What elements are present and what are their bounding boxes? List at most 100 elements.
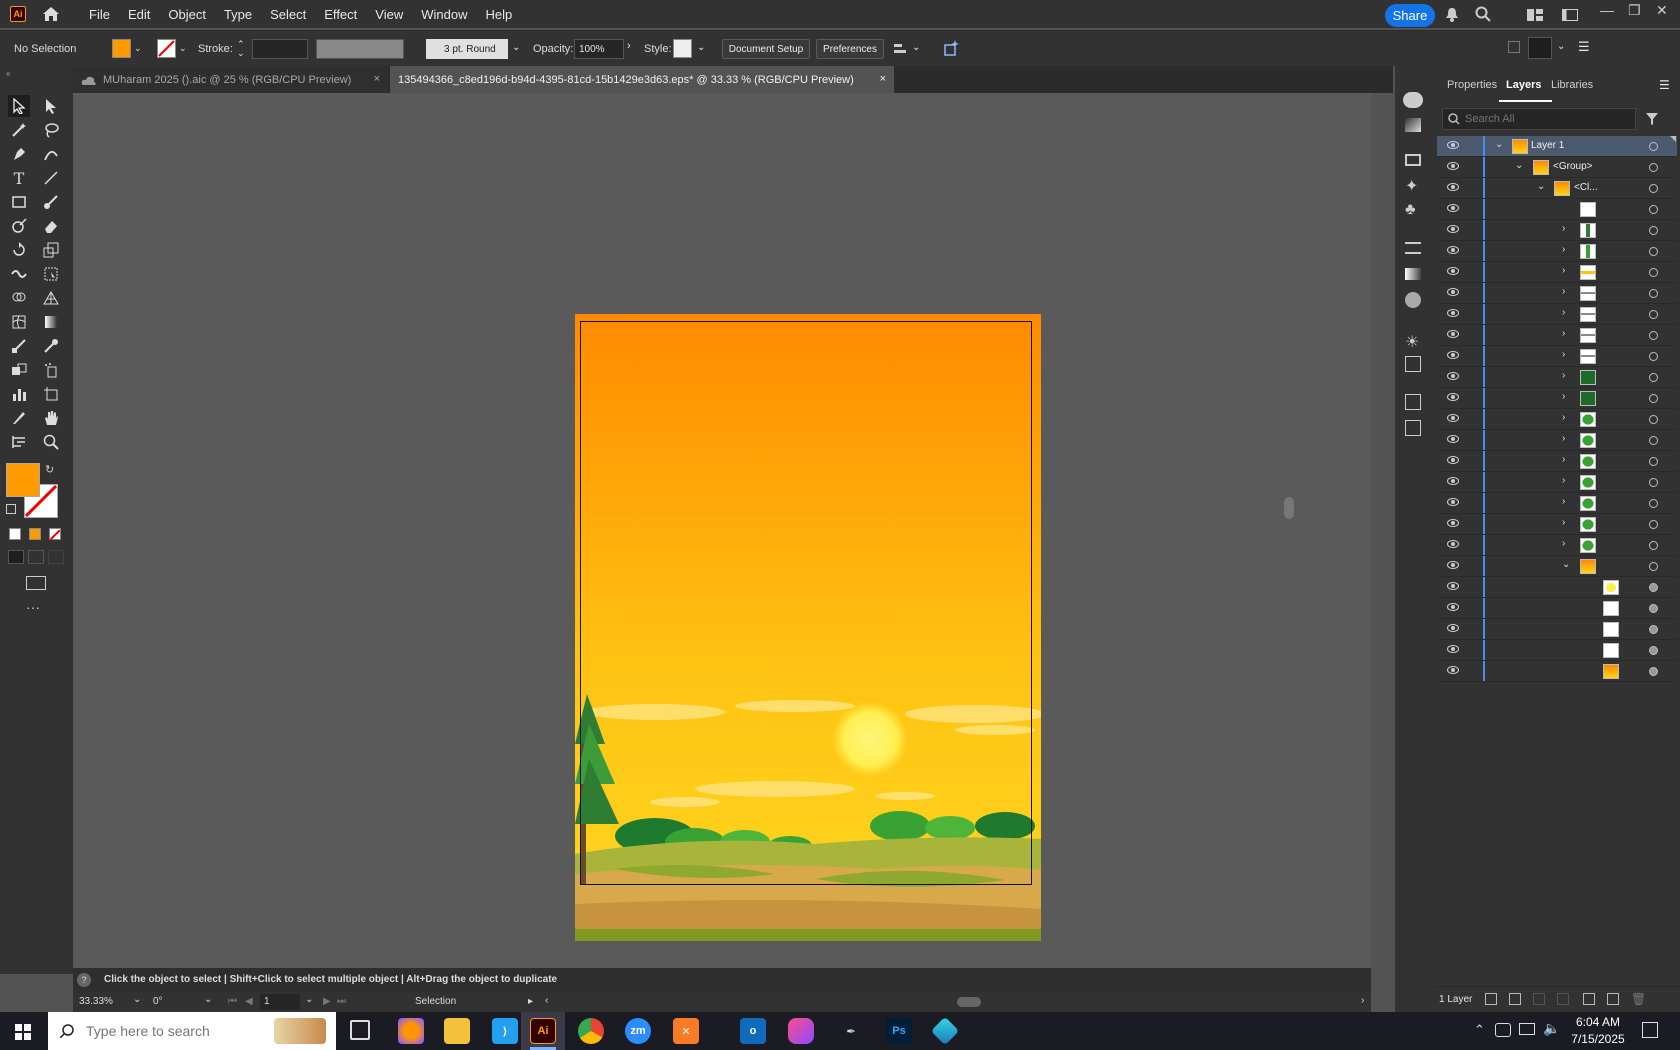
help-icon[interactable]: ? xyxy=(77,973,91,987)
fill-color-front[interactable] xyxy=(6,463,40,497)
visibility-eye-icon[interactable] xyxy=(1447,372,1459,380)
fill-swatch[interactable] xyxy=(112,39,131,58)
clock-time[interactable]: 6:04 AM xyxy=(1570,1015,1626,1029)
chevron-down-icon[interactable]: ⌄ xyxy=(179,43,187,54)
selection-tool-icon[interactable] xyxy=(8,95,30,117)
layer-row[interactable]: › xyxy=(1437,493,1677,514)
preferences-button[interactable]: Preferences xyxy=(816,39,884,59)
locate-object-icon[interactable] xyxy=(1533,993,1545,1005)
none-mode-icon[interactable] xyxy=(49,528,61,541)
chevron-right-icon[interactable]: › xyxy=(1562,517,1565,528)
menu-object[interactable]: Object xyxy=(159,7,215,22)
visibility-eye-icon[interactable] xyxy=(1447,561,1459,569)
menu-edit[interactable]: Edit xyxy=(119,7,159,22)
chevron-right-icon[interactable]: › xyxy=(1562,286,1565,297)
visibility-eye-icon[interactable] xyxy=(1447,288,1459,296)
stroke-swatch[interactable] xyxy=(157,39,176,58)
chevron-right-icon[interactable]: › xyxy=(1562,370,1565,381)
layers-search-input[interactable] xyxy=(1465,111,1625,127)
export-icon[interactable] xyxy=(1405,394,1421,410)
new-sublayer-icon[interactable] xyxy=(1583,993,1595,1005)
layer-row[interactable]: ⌄ xyxy=(1437,556,1677,577)
visibility-eye-icon[interactable] xyxy=(1447,309,1459,317)
target-circle-icon[interactable] xyxy=(1649,541,1658,550)
menu-lines-icon[interactable]: ☰ xyxy=(1578,39,1590,55)
workspace-icon[interactable] xyxy=(1562,9,1578,21)
target-circle-icon[interactable] xyxy=(1649,373,1658,382)
layer-row[interactable]: › xyxy=(1437,346,1677,367)
layer-row[interactable]: › xyxy=(1437,367,1677,388)
direct-selection-tool-icon[interactable] xyxy=(40,95,62,117)
layer-row-layer-1[interactable]: ⌄ Layer 1 xyxy=(1437,136,1677,157)
tab-muharam[interactable]: MUharam 2025 ().aic @ 25 % (RGB/CPU Prev… xyxy=(73,66,388,93)
graphic-styles-icon[interactable] xyxy=(1405,356,1421,372)
target-circle-icon[interactable] xyxy=(1649,667,1658,676)
layer-row[interactable] xyxy=(1437,577,1677,598)
delete-icon[interactable]: 🗑 xyxy=(1631,992,1646,1006)
layer-row-clip-group[interactable]: ⌄ <Cl... xyxy=(1437,178,1677,199)
visibility-eye-icon[interactable] xyxy=(1447,330,1459,338)
menu-file[interactable]: File xyxy=(80,7,119,22)
vscode-icon[interactable]: ⟩ xyxy=(492,1018,518,1044)
illustrator-taskbar-icon[interactable]: Ai xyxy=(530,1018,556,1044)
menu-help[interactable]: Help xyxy=(476,7,521,22)
color-mode-icon[interactable] xyxy=(9,528,21,540)
arrange-documents-icon[interactable] xyxy=(1527,9,1543,21)
variable-width-dropdown[interactable] xyxy=(316,39,404,59)
layer-row[interactable]: › xyxy=(1437,535,1677,556)
restore-icon[interactable]: ❐ xyxy=(1628,2,1641,19)
visibility-eye-icon[interactable] xyxy=(1447,519,1459,527)
stroke-weight-input[interactable] xyxy=(252,39,308,59)
visibility-eye-icon[interactable] xyxy=(1447,477,1459,485)
zoom-tool-icon[interactable] xyxy=(40,431,62,453)
visibility-eye-icon[interactable] xyxy=(1447,540,1459,548)
magic-wand-tool-icon[interactable] xyxy=(8,119,30,141)
stroke-panel-icon[interactable] xyxy=(1405,242,1421,254)
target-circle-icon[interactable] xyxy=(1649,142,1658,151)
target-circle-icon[interactable] xyxy=(1649,352,1658,361)
column-graph-tool-icon[interactable] xyxy=(8,383,30,405)
chrome-icon[interactable] xyxy=(578,1018,604,1044)
target-circle-icon[interactable] xyxy=(1649,625,1658,634)
file-explorer-icon[interactable] xyxy=(444,1018,470,1044)
target-circle-icon[interactable] xyxy=(1649,268,1658,277)
target-circle-icon[interactable] xyxy=(1649,415,1658,424)
eraser-tool-icon[interactable] xyxy=(40,215,62,237)
lasso-tool-icon[interactable] xyxy=(40,119,62,141)
chevron-right-icon[interactable]: › xyxy=(1562,244,1565,255)
recolor-icon[interactable] xyxy=(943,39,961,57)
shaper-tool-icon[interactable] xyxy=(8,215,30,237)
taskbar-search-box[interactable] xyxy=(48,1012,336,1050)
new-layer-icon[interactable] xyxy=(1607,993,1619,1005)
visibility-eye-icon[interactable] xyxy=(1447,624,1459,632)
slice-tool-icon[interactable] xyxy=(8,407,30,429)
layer-row[interactable]: › xyxy=(1437,451,1677,472)
curvature-tool-icon[interactable] xyxy=(40,143,62,165)
tab-eps-document[interactable]: 135494366_c8ed196d-b94d-4395-81cd-15b142… xyxy=(390,66,894,93)
pen-tool-icon[interactable] xyxy=(8,143,30,165)
layer-name[interactable]: <Cl... xyxy=(1574,182,1598,193)
app-icon[interactable] xyxy=(930,1016,960,1046)
layer-row[interactable] xyxy=(1437,619,1677,640)
chevron-right-icon[interactable]: › xyxy=(1562,412,1565,423)
rectangle-tool-icon[interactable] xyxy=(8,191,30,213)
layer-row-group[interactable]: ⌄ <Group> xyxy=(1437,157,1677,178)
type-tool-icon[interactable]: T xyxy=(8,167,30,189)
chevron-down-icon[interactable]: ⌄ xyxy=(204,994,212,1005)
task-view-icon[interactable] xyxy=(350,1020,370,1040)
minimize-icon[interactable]: — xyxy=(1600,2,1614,18)
menu-effect[interactable]: Effect xyxy=(315,7,366,22)
layer-row[interactable] xyxy=(1437,199,1677,220)
gradient-mode-icon[interactable] xyxy=(29,528,41,540)
menu-type[interactable]: Type xyxy=(215,7,261,22)
align-icon[interactable] xyxy=(892,41,908,57)
color-panel-icon[interactable] xyxy=(1403,92,1423,108)
bell-icon[interactable] xyxy=(1445,7,1459,23)
stepper-icon[interactable]: ⌃ ⌄ xyxy=(237,40,245,58)
clipping-mask-icon[interactable] xyxy=(1557,993,1569,1005)
blend-tool-icon[interactable] xyxy=(8,335,30,357)
chevron-down-icon[interactable]: ⌄ xyxy=(912,42,920,53)
chevron-right-icon[interactable]: › xyxy=(1562,328,1565,339)
live-paint-tool-icon[interactable] xyxy=(8,359,30,381)
chevron-right-icon[interactable]: › xyxy=(1562,454,1565,465)
